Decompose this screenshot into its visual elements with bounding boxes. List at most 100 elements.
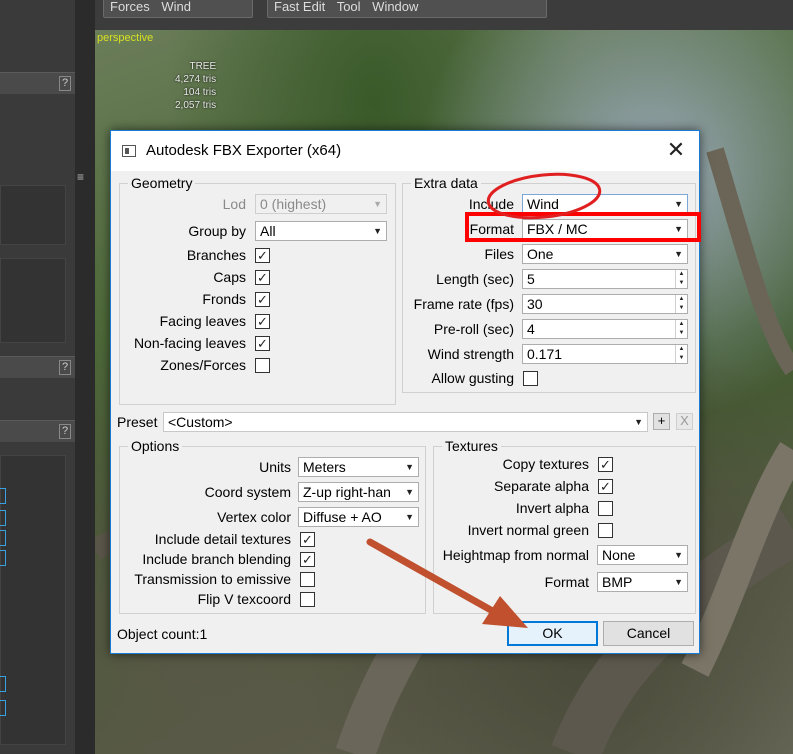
invert-normal-green-checkbox[interactable] xyxy=(598,523,613,538)
stat-line: 4,274 tris xyxy=(175,74,217,85)
timeline-marker xyxy=(0,550,6,566)
window-icon xyxy=(122,145,136,157)
group-title: Options xyxy=(128,438,183,454)
nonfacing-leaves-checkbox[interactable]: ✓ xyxy=(255,336,270,351)
length-label: Length (sec) xyxy=(436,271,514,287)
add-preset-button[interactable]: + xyxy=(653,413,670,430)
preset-value: <Custom> xyxy=(168,414,233,430)
windstrength-value: 0.171 xyxy=(527,346,563,362)
toolbar-group-forces[interactable]: Forces Wind xyxy=(103,0,253,18)
caps-checkbox[interactable]: ✓ xyxy=(255,270,270,285)
allowgusting-checkbox[interactable] xyxy=(523,371,538,386)
fronds-label: Fronds xyxy=(202,291,246,307)
remove-preset-button[interactable]: X xyxy=(676,413,693,430)
help-icon[interactable]: ? xyxy=(59,76,71,91)
panel-section xyxy=(0,185,66,245)
texture-format-value: BMP xyxy=(602,574,633,590)
panel-section xyxy=(0,455,66,745)
preroll-input[interactable]: 4 ▲ ▼ xyxy=(522,319,688,339)
include-value: Wind xyxy=(527,196,559,212)
grip-icon[interactable]: ≡ xyxy=(77,171,84,185)
chevron-down-icon: ▼ xyxy=(405,512,414,522)
invert-alpha-checkbox[interactable] xyxy=(598,501,613,516)
vertex-color-label: Vertex color xyxy=(217,509,291,525)
lod-select: 0 (highest) ▼ xyxy=(255,194,387,214)
fbx-exporter-dialog: Autodesk FBX Exporter (x64) ✕ Geometry L… xyxy=(110,130,700,654)
fronds-checkbox[interactable]: ✓ xyxy=(255,292,270,307)
caps-label: Caps xyxy=(213,269,246,285)
heightmap-label: Heightmap from normal xyxy=(442,547,589,563)
transmission-emissive-label: Transmission to emissive xyxy=(134,571,291,587)
group-title: Extra data xyxy=(411,175,481,191)
panel-section xyxy=(0,258,66,343)
separate-alpha-label: Separate alpha xyxy=(494,478,589,494)
flip-v-checkbox[interactable] xyxy=(300,592,315,607)
toolbar: Forces Wind Fast Edit Tool Window xyxy=(95,0,793,30)
texture-format-select[interactable]: BMP ▼ xyxy=(597,572,688,592)
branch-blending-checkbox[interactable]: ✓ xyxy=(300,552,315,567)
chevron-down-icon: ▼ xyxy=(373,226,382,236)
transmission-emissive-checkbox[interactable] xyxy=(300,572,315,587)
files-select[interactable]: One ▼ xyxy=(522,244,688,264)
chevron-down-icon: ▼ xyxy=(373,199,382,209)
splitter[interactable]: ≡ xyxy=(75,0,95,754)
windstrength-input[interactable]: 0.171 ▲ ▼ xyxy=(522,344,688,364)
coord-system-value: Z-up right-han xyxy=(303,484,391,500)
toolbar-group-edit[interactable]: Fast Edit Tool Window xyxy=(267,0,547,18)
zones-forces-checkbox[interactable] xyxy=(255,358,270,373)
preroll-value: 4 xyxy=(527,321,535,337)
fast-edit-button[interactable]: Fast Edit xyxy=(274,0,325,14)
spin-arrows-icon[interactable]: ▲ ▼ xyxy=(675,320,687,338)
close-button[interactable]: ✕ xyxy=(653,131,699,171)
branches-checkbox[interactable]: ✓ xyxy=(255,248,270,263)
groupby-label: Group by xyxy=(188,223,246,239)
spin-arrows-icon[interactable]: ▲ ▼ xyxy=(675,270,687,288)
detail-textures-checkbox[interactable]: ✓ xyxy=(300,532,315,547)
groupby-value: All xyxy=(260,223,276,239)
spin-arrows-icon[interactable]: ▲ ▼ xyxy=(675,295,687,313)
preset-select[interactable]: <Custom> ▼ xyxy=(163,412,648,432)
window-button[interactable]: Window xyxy=(372,0,418,14)
facing-leaves-checkbox[interactable]: ✓ xyxy=(255,314,270,329)
preset-label: Preset xyxy=(117,414,158,430)
vertex-color-select[interactable]: Diffuse + AO ▼ xyxy=(298,507,419,527)
flip-v-label: Flip V texcoord xyxy=(197,591,291,607)
tool-button[interactable]: Tool xyxy=(337,0,361,14)
chevron-down-icon: ▼ xyxy=(634,417,643,427)
lod-value: 0 (highest) xyxy=(260,196,327,212)
length-input[interactable]: 5 ▲ ▼ xyxy=(522,269,688,289)
chevron-down-icon: ▼ xyxy=(405,487,414,497)
length-value: 5 xyxy=(527,271,535,287)
branches-label: Branches xyxy=(186,247,246,263)
wind-button[interactable]: Wind xyxy=(161,0,191,14)
panel-header[interactable]: ? xyxy=(0,420,75,442)
zones-forces-label: Zones/Forces xyxy=(160,357,246,373)
coord-system-label: Coord system xyxy=(204,484,291,500)
copy-textures-checkbox[interactable]: ✓ xyxy=(598,457,613,472)
title-bar[interactable]: Autodesk FBX Exporter (x64) ✕ xyxy=(111,131,699,171)
vertex-color-value: Diffuse + AO xyxy=(303,509,382,525)
forces-button[interactable]: Forces xyxy=(110,0,150,14)
panel-header[interactable]: ? xyxy=(0,356,75,378)
chevron-down-icon: ▼ xyxy=(674,550,683,560)
panel-header[interactable]: ? xyxy=(0,72,75,94)
facing-leaves-label: Facing leaves xyxy=(159,313,246,329)
help-icon[interactable]: ? xyxy=(59,360,71,375)
left-panel: ? ? ? xyxy=(0,0,75,754)
units-select[interactable]: Meters ▼ xyxy=(298,457,419,477)
files-value: One xyxy=(527,246,554,262)
coord-system-select[interactable]: Z-up right-han ▼ xyxy=(298,482,419,502)
help-icon[interactable]: ? xyxy=(59,424,71,439)
separate-alpha-checkbox[interactable]: ✓ xyxy=(598,479,613,494)
stat-line: 104 tris xyxy=(183,87,217,98)
include-select[interactable]: Wind ▼ xyxy=(522,194,688,214)
spin-arrows-icon[interactable]: ▲ ▼ xyxy=(675,345,687,363)
framerate-input[interactable]: 30 ▲ ▼ xyxy=(522,294,688,314)
chevron-down-icon: ▼ xyxy=(405,462,414,472)
ok-button[interactable]: OK xyxy=(507,621,598,646)
heightmap-select[interactable]: None ▼ xyxy=(597,545,688,565)
cancel-button[interactable]: Cancel xyxy=(603,621,694,646)
nonfacing-leaves-label: Non-facing leaves xyxy=(133,335,246,351)
groupby-select[interactable]: All ▼ xyxy=(255,221,387,241)
invert-alpha-label: Invert alpha xyxy=(515,500,589,516)
